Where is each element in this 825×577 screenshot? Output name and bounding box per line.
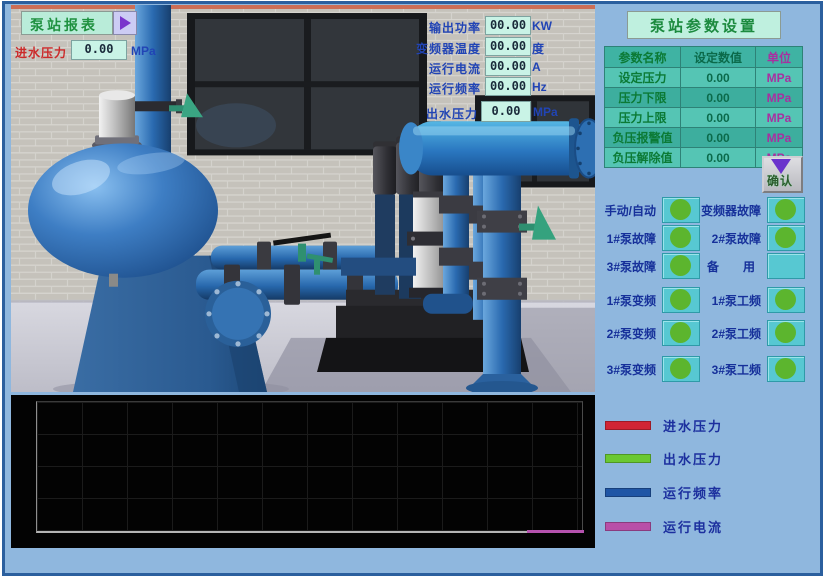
outlet-pressure-label: 出水压力 — [373, 105, 478, 122]
status-label-pump2-fault: 2#泵故障 — [668, 230, 761, 247]
status-label-vfd-fault: 变频器故障 — [668, 202, 761, 219]
inlet-pressure-value: 0.00 — [71, 40, 127, 60]
status-label-pump2-vfd: 2#泵变频 — [563, 325, 656, 342]
status-lamp-box — [767, 197, 805, 223]
table-row: 压力下限 0.00 MPa — [605, 88, 803, 108]
status-lamp-box — [767, 356, 805, 382]
report-button[interactable]: 泵站报表 — [21, 11, 137, 35]
status-lamp-box — [767, 320, 805, 346]
inlet-pressure-label: 进水压力 — [15, 44, 67, 61]
output-power-value: 00.00 — [485, 16, 531, 35]
settings-panel-title: 泵站参数设置 — [627, 11, 781, 39]
status-label-pump3-fault: 3#泵故障 — [563, 258, 656, 275]
table-row: 设定压力 0.00 MPa — [605, 68, 803, 88]
output-power-unit: KW — [532, 19, 552, 33]
run-current-label: 运行电流 — [358, 60, 481, 77]
status-lamp — [775, 289, 796, 310]
outlet-pressure-unit: MPa — [533, 105, 558, 119]
inlet-pressure-unit: MPa — [131, 44, 156, 58]
tank-air-vent — [92, 90, 142, 152]
blind-flange — [205, 281, 271, 347]
table-row: 压力上限 0.00 MPa — [605, 108, 803, 128]
outlet-pressure-value: 0.00 — [481, 101, 531, 122]
legend-label-inlet-pressure: 进水压力 — [663, 416, 723, 435]
run-frequency-value: 00.00 — [485, 77, 531, 96]
legend-label-run-current: 运行电流 — [663, 517, 723, 536]
param-name: 压力上限 — [605, 108, 681, 128]
param-unit: MPa — [756, 108, 803, 128]
run-frequency-label: 运行频率 — [358, 80, 481, 97]
param-value-input[interactable]: 0.00 — [681, 148, 756, 168]
play-icon — [120, 16, 131, 30]
main-panel: 泵站报表 进水压力 0.00 MPa 输出功率 00.00 KW 变频器温度 0… — [2, 1, 823, 576]
param-name: 负压解除值 — [605, 148, 681, 168]
run-current-trace — [527, 530, 584, 533]
confirm-button[interactable]: 确认 — [762, 156, 803, 193]
status-label-pump2-line: 2#泵工频 — [668, 325, 761, 342]
param-unit: MPa — [756, 68, 803, 88]
legend-swatch-run-current — [605, 522, 651, 531]
run-current-value: 00.00 — [485, 57, 531, 76]
status-label-pump3-line: 3#泵工频 — [668, 361, 761, 378]
param-name: 设定压力 — [605, 68, 681, 88]
status-lamp-box — [767, 287, 805, 313]
legend-swatch-outlet-pressure — [605, 454, 651, 463]
status-label-spare: 备 用 — [668, 258, 761, 275]
status-label-pump1-vfd: 1#泵变频 — [563, 292, 656, 309]
param-name: 负压报警值 — [605, 128, 681, 148]
report-button-arrow[interactable] — [113, 11, 137, 35]
run-current-unit: A — [532, 60, 541, 74]
legend-label-outlet-pressure: 出水压力 — [663, 449, 723, 468]
param-unit: MPa — [756, 128, 803, 148]
status-lamp — [775, 322, 796, 343]
param-value-input[interactable]: 0.00 — [681, 88, 756, 108]
status-lamp-box — [767, 253, 805, 279]
status-label-pump1-line: 1#泵工频 — [668, 292, 761, 309]
legend-swatch-inlet-pressure — [605, 421, 651, 430]
confirm-button-label[interactable]: 确认 — [767, 172, 793, 189]
inverter-temp-value: 00.00 — [485, 37, 531, 56]
discharge-header-pipe — [399, 118, 595, 178]
col-unit: 单位 — [756, 47, 803, 68]
status-lamp-box — [767, 225, 805, 251]
parameter-table-header: 参数名称 设定数值 单位 — [605, 47, 803, 68]
status-lamp — [775, 358, 796, 379]
status-lamp — [775, 227, 796, 248]
legend-label-run-frequency: 运行频率 — [663, 483, 723, 502]
col-parameter-name: 参数名称 — [605, 47, 681, 68]
inverter-temp-label: 变频器温度 — [358, 40, 481, 57]
table-row: 负压报警值 0.00 MPa — [605, 128, 803, 148]
wall-top-stripe — [11, 5, 595, 9]
param-value-input[interactable]: 0.00 — [681, 128, 756, 148]
param-value-input[interactable]: 0.00 — [681, 68, 756, 88]
report-button-label[interactable]: 泵站报表 — [21, 11, 113, 35]
status-label-manual-auto: 手动/自动 — [563, 202, 656, 219]
trend-plot-area — [36, 401, 583, 533]
parameter-table: 参数名称 设定数值 单位 设定压力 0.00 MPa 压力下限 0.00 MPa… — [604, 46, 803, 168]
col-set-value: 设定数值 — [681, 47, 756, 68]
param-name: 压力下限 — [605, 88, 681, 108]
output-power-label: 输出功率 — [358, 19, 481, 36]
run-frequency-unit: Hz — [532, 80, 547, 94]
status-lamp — [775, 199, 796, 220]
param-value-input[interactable]: 0.00 — [681, 108, 756, 128]
legend-swatch-run-frequency — [605, 488, 651, 497]
status-label-pump3-vfd: 3#泵变频 — [563, 361, 656, 378]
trend-chart — [11, 395, 595, 548]
param-unit: MPa — [756, 88, 803, 108]
status-label-pump1-fault: 1#泵故障 — [563, 230, 656, 247]
pump-station-hmi-screen: 泵站报表 进水压力 0.00 MPa 输出功率 00.00 KW 变频器温度 0… — [0, 0, 825, 577]
inverter-temp-unit: 度 — [532, 40, 544, 57]
